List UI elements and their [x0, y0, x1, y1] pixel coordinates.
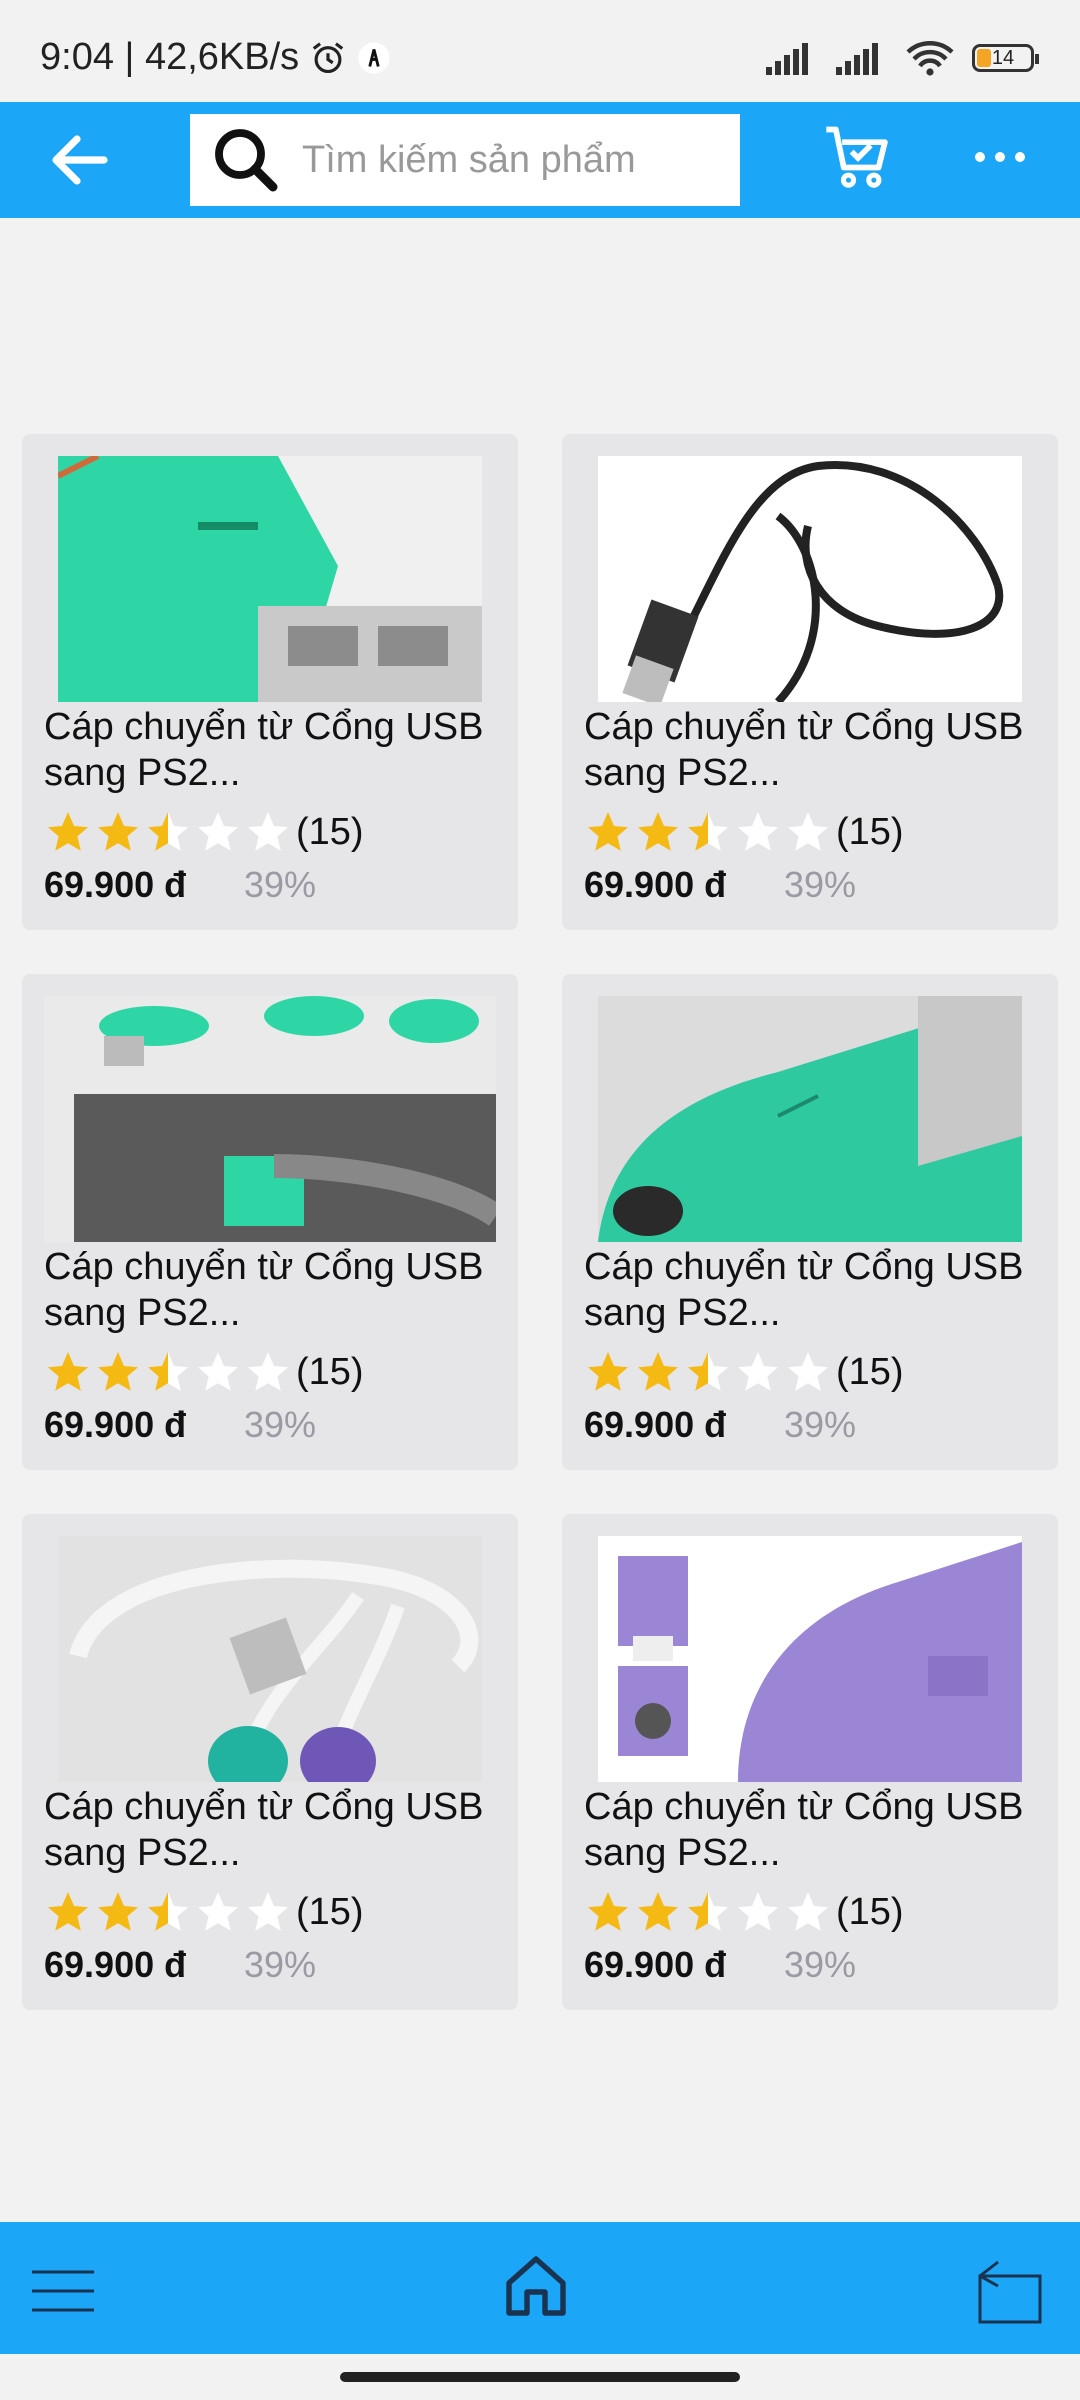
- signal-icon-2: [836, 43, 878, 75]
- product-discount: 39%: [784, 864, 857, 905]
- star-half-icon: [148, 1352, 188, 1391]
- more-icon[interactable]: [970, 142, 1030, 172]
- review-count: (15): [296, 810, 364, 853]
- search-input[interactable]: Tìm kiếm sản phẩm: [190, 114, 740, 206]
- search-placeholder: Tìm kiếm sản phẩm: [302, 138, 636, 181]
- product-title: Cáp chuyển từ Cổng USB sang PS2...: [44, 706, 484, 794]
- star-empty-icon: [788, 1352, 828, 1391]
- star-empty-icon: [788, 1892, 828, 1931]
- star-empty-icon: [788, 812, 828, 851]
- product-image: [44, 996, 496, 1242]
- product-discount: 39%: [784, 1944, 857, 1985]
- star-empty-icon: [248, 1352, 288, 1391]
- product-rating: (15): [44, 808, 364, 856]
- star-empty-icon: [198, 1892, 238, 1931]
- product-card[interactable]: Cáp chuyển từ Cổng USB sang PS2... (15) …: [562, 1514, 1058, 2010]
- star-half-icon: [688, 812, 728, 851]
- product-rating: (15): [44, 1888, 364, 1936]
- product-title: Cáp chuyển từ Cổng USB sang PS2...: [44, 1786, 484, 1874]
- product-discount: 39%: [244, 1404, 317, 1445]
- product-card[interactable]: Cáp chuyển từ Cổng USB sang PS2... (15) …: [562, 974, 1058, 1470]
- menu-icon[interactable]: [30, 2268, 96, 2314]
- product-title: Cáp chuyển từ Cổng USB sang PS2...: [584, 706, 1024, 794]
- product-discount: 39%: [784, 1404, 857, 1445]
- product-price: 69.900 đ: [584, 1944, 727, 1985]
- back-arrow-icon[interactable]: [44, 124, 116, 196]
- product-rating: (15): [44, 1348, 364, 1396]
- product-title: Cáp chuyển từ Cổng USB sang PS2...: [584, 1786, 1024, 1874]
- top-bar: Tìm kiếm sản phẩm: [0, 102, 1080, 218]
- product-image: [58, 456, 482, 702]
- star-full-icon: [48, 1892, 88, 1931]
- product-price: 69.900 đ: [584, 864, 727, 905]
- product-price: 69.900 đ: [44, 1404, 187, 1445]
- star-full-icon: [98, 812, 138, 851]
- product-title: Cáp chuyển từ Cổng USB sang PS2...: [584, 1246, 1024, 1334]
- product-image: [598, 1536, 1022, 1782]
- search-icon: [215, 129, 278, 192]
- status-left: 9:04 | 42,6KB/s: [40, 36, 391, 79]
- review-count: (15): [836, 810, 904, 853]
- star-full-icon: [588, 812, 628, 851]
- star-full-icon: [638, 812, 678, 851]
- signal-icon: [766, 43, 808, 75]
- star-empty-icon: [738, 1892, 778, 1931]
- star-half-icon: [688, 1352, 728, 1391]
- product-image: [598, 996, 1022, 1242]
- product-discount: 39%: [244, 1944, 317, 1985]
- switch-icon[interactable]: [970, 2258, 1048, 2324]
- star-full-icon: [98, 1352, 138, 1391]
- product-card[interactable]: Cáp chuyển từ Cổng USB sang PS2... (15) …: [22, 434, 518, 930]
- star-full-icon: [638, 1352, 678, 1391]
- star-full-icon: [48, 812, 88, 851]
- product-rating: (15): [584, 1888, 904, 1936]
- product-image: [58, 1536, 482, 1782]
- battery-icon: 14: [972, 44, 1039, 72]
- product-card[interactable]: Cáp chuyển từ Cổng USB sang PS2... (15) …: [22, 974, 518, 1470]
- product-image: [598, 456, 1022, 702]
- star-empty-icon: [738, 812, 778, 851]
- review-count: (15): [836, 1350, 904, 1393]
- product-price: 69.900 đ: [44, 864, 187, 905]
- star-full-icon: [588, 1892, 628, 1931]
- star-full-icon: [588, 1352, 628, 1391]
- alarm-icon: [312, 41, 344, 73]
- status-bar: 9:04 | 42,6KB/s 14: [0, 0, 1080, 102]
- product-rating: (15): [584, 1348, 904, 1396]
- star-full-icon: [638, 1892, 678, 1931]
- star-empty-icon: [248, 1892, 288, 1931]
- battery-level: 14: [991, 46, 1015, 69]
- star-half-icon: [148, 1892, 188, 1931]
- product-card[interactable]: Cáp chuyển từ Cổng USB sang PS2... (15) …: [562, 434, 1058, 930]
- star-empty-icon: [738, 1352, 778, 1391]
- review-count: (15): [836, 1890, 904, 1933]
- review-count: (15): [296, 1350, 364, 1393]
- cart-icon[interactable]: [820, 120, 896, 196]
- product-title: Cáp chuyển từ Cổng USB sang PS2...: [44, 1246, 484, 1334]
- product-rating: (15): [584, 808, 904, 856]
- bottom-nav-bar: [0, 2222, 1080, 2354]
- product-price: 69.900 đ: [584, 1404, 727, 1445]
- status-time-speed: 9:04 | 42,6KB/s: [40, 36, 300, 78]
- star-half-icon: [148, 812, 188, 851]
- product-card[interactable]: Cáp chuyển từ Cổng USB sang PS2... (15) …: [22, 1514, 518, 2010]
- status-right: 14: [766, 40, 1039, 76]
- product-discount: 39%: [244, 864, 317, 905]
- gesture-bar[interactable]: [340, 2372, 740, 2382]
- home-icon[interactable]: [500, 2250, 572, 2322]
- star-half-icon: [688, 1892, 728, 1931]
- review-count: (15): [296, 1890, 364, 1933]
- star-full-icon: [98, 1892, 138, 1931]
- star-full-icon: [48, 1352, 88, 1391]
- product-price: 69.900 đ: [44, 1944, 187, 1985]
- wifi-icon: [906, 41, 954, 76]
- star-empty-icon: [198, 812, 238, 851]
- app-notification-icon: [358, 41, 390, 74]
- star-empty-icon: [248, 812, 288, 851]
- star-empty-icon: [198, 1352, 238, 1391]
